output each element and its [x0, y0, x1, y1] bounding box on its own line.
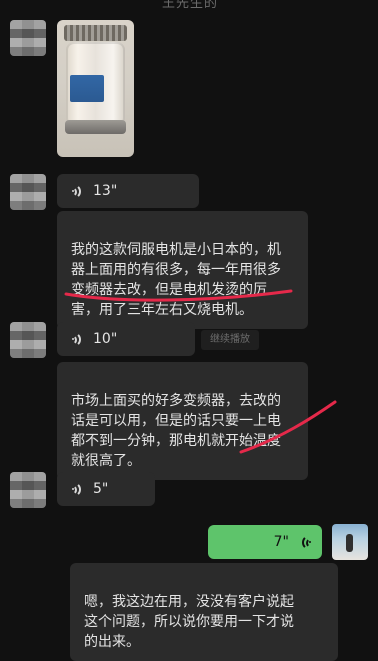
motor-nameplate	[70, 75, 104, 102]
continue-playing-hint[interactable]: 继续播放	[201, 330, 259, 350]
voice-duration: 10"	[93, 331, 118, 347]
blurred-avatar-icon	[10, 322, 46, 358]
page-title: 王先生的	[161, 0, 218, 11]
contact-avatar[interactable]	[10, 322, 46, 358]
speaker-waves-icon	[71, 184, 85, 199]
voice-duration: 5"	[93, 481, 109, 497]
my-voice-message[interactable]: 7"	[208, 525, 322, 559]
image-message[interactable]	[57, 20, 134, 157]
blurred-avatar-icon	[10, 20, 46, 56]
voice-message[interactable]: 13"	[57, 174, 199, 208]
contact-avatar[interactable]	[10, 472, 46, 508]
text-message[interactable]: 我的这款伺服电机是小日本的，机 器上面用的有很多，每一年用很多 变频器去改，但是…	[57, 211, 308, 329]
contact-avatar[interactable]	[10, 174, 46, 210]
message-text: 我的这款伺服电机是小日本的，机 器上面用的有很多，每一年用很多 变频器去改，但是…	[71, 242, 281, 318]
speaker-waves-icon	[71, 482, 85, 497]
blurred-avatar-icon	[10, 472, 46, 508]
message-text: 嗯，我这边在用，没没有客户说起 这个问题，所以说你要用一下才说 的出来。	[84, 594, 294, 650]
motor-base	[65, 120, 126, 134]
voice-duration: 7"	[273, 534, 289, 550]
text-message[interactable]: 市场上面买的好多变频器，去改的 话是可以用，但是的话只要一上电 都不到一分钟，那…	[57, 362, 308, 480]
speaker-waves-left-icon	[297, 534, 312, 550]
my-avatar[interactable]	[332, 524, 368, 560]
contact-avatar[interactable]	[10, 20, 46, 56]
text-message[interactable]: 嗯，我这边在用，没没有客户说起 这个问题，所以说你要用一下才说 的出来。	[70, 563, 338, 661]
voice-message[interactable]: 10"	[57, 322, 195, 356]
voice-duration: 13"	[93, 183, 118, 199]
voice-message[interactable]: 5"	[57, 472, 155, 506]
blurred-avatar-icon	[10, 174, 46, 210]
motor-cooling-ribs	[64, 25, 127, 41]
speaker-waves-icon	[71, 332, 85, 347]
message-text: 市场上面买的好多变频器，去改的 话是可以用，但是的话只要一上电 都不到一分钟，那…	[71, 393, 281, 469]
